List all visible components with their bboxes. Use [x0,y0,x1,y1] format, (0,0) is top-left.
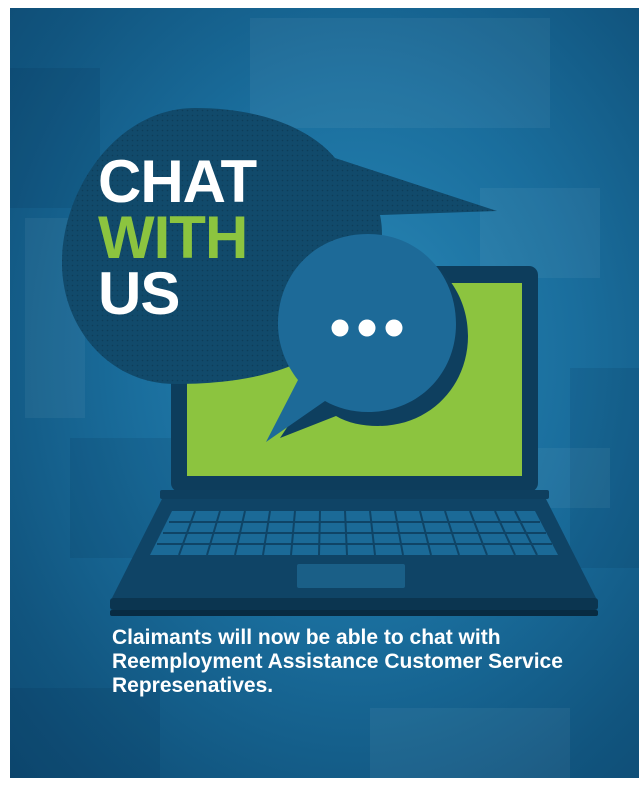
keyboard [150,510,558,556]
headline-line-with: WITH [98,204,248,271]
chat-poster: CHAT WITH US Claimants will now be able … [10,8,639,778]
laptop-hinge [160,490,549,499]
typing-dots-icon [331,319,403,337]
laptop-shadow-edge [110,610,598,616]
caption-text: Claimants will now be able to chat with … [112,626,563,697]
headline: CHAT WITH US [98,148,257,327]
headline-line-us: US [98,260,180,327]
laptop-touchpad [297,564,405,588]
headline-line-chat: CHAT [98,148,257,215]
laptop-front-edge [110,598,598,610]
